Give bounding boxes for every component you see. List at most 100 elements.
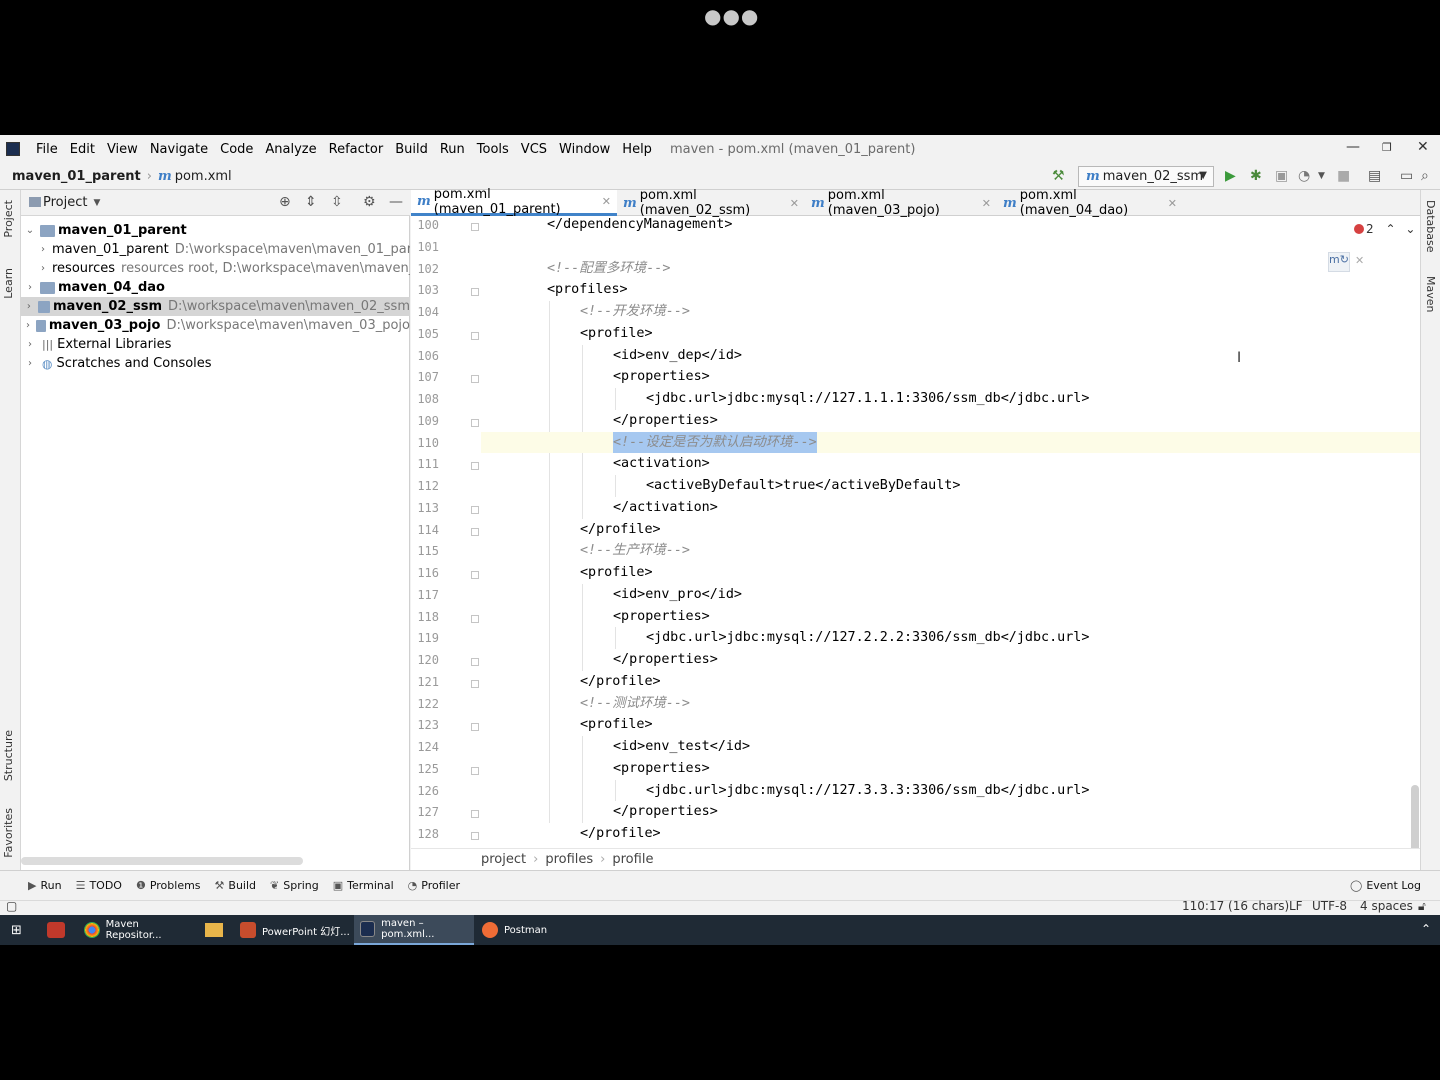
tool-profiler[interactable]: ◔ Profiler [408,879,460,892]
fold-marker-icon[interactable] [471,571,479,579]
search-icon[interactable]: ⌕ [1421,168,1429,184]
tab-pom-maven-04-dao[interactable]: m pom.xml (maven_04_dao) ✕ [997,188,1183,218]
collapse-all-icon[interactable]: ⇳ [331,194,343,210]
maven-reload-icon[interactable]: m↻ [1328,252,1350,272]
fold-marker-icon[interactable] [471,288,479,297]
minimize-icon[interactable]: — [1346,139,1360,155]
fold-marker-icon[interactable] [471,418,479,427]
close-tab-icon[interactable]: ✕ [790,197,799,210]
tab-favorites[interactable]: Favorites [2,808,15,858]
restore-icon[interactable]: ❐ [1382,141,1392,154]
menu-navigate[interactable]: Navigate [144,142,214,157]
chevron-up-icon[interactable]: ⌃ [1421,922,1431,936]
fold-marker-icon[interactable] [471,527,479,536]
windows-start-icon[interactable]: ⊞ [11,923,22,938]
menu-help[interactable]: Help [616,142,658,157]
caret-position[interactable]: 110:17 (16 chars) [1182,899,1289,913]
tool-todo[interactable]: ☰ TODO [76,879,122,892]
tree-item-maven-01-parent[interactable]: ⌄ maven_01_parent [21,221,410,240]
breadcrumb-project-tag[interactable]: project [481,852,526,867]
close-tab-icon[interactable]: ✕ [1168,197,1177,210]
fold-marker-icon[interactable] [471,462,479,471]
close-icon[interactable]: ✕ [1355,254,1364,267]
fold-marker-icon[interactable] [471,614,479,623]
tab-project[interactable]: Project [2,200,15,238]
menu-refactor[interactable]: Refactor [323,142,390,157]
tool-problems[interactable]: ❶ Problems [136,879,201,892]
task-postman[interactable]: Postman [476,915,592,945]
tab-database[interactable]: Database [1424,200,1437,253]
menu-run[interactable]: Run [434,142,471,157]
tool-terminal[interactable]: ▣ Terminal [333,879,394,892]
tab-structure[interactable]: Structure [2,730,15,781]
close-tab-icon[interactable]: ✕ [982,197,991,210]
chevron-right-icon[interactable]: › [24,301,34,312]
tree-item-maven-03-pojo[interactable]: › maven_03_pojo D:\workspace\maven\maven… [21,316,410,335]
expand-all-icon[interactable]: ⇕ [305,194,317,210]
chevron-right-icon[interactable]: › [24,320,32,331]
chevron-right-icon[interactable]: › [24,339,36,350]
gear-icon[interactable]: ⚙ [363,194,376,210]
more-options-icon[interactable]: ●●● [704,4,759,28]
chevron-down-icon[interactable]: ⌄ [24,225,36,236]
project-structure-icon[interactable]: ▤ [1368,168,1381,184]
fold-marker-icon[interactable] [471,766,479,775]
locate-icon[interactable]: ⊕ [279,194,291,210]
menu-vcs[interactable]: VCS [515,142,553,157]
menu-tools[interactable]: Tools [471,142,515,157]
fold-marker-icon[interactable] [471,679,479,688]
coverage-icon[interactable]: ▣ [1275,168,1288,184]
tree-item-maven-01-parent-module[interactable]: › maven_01_parent D:\workspace\maven\mav… [21,240,410,259]
close-icon[interactable]: ✕ [1417,139,1429,155]
lock-icon[interactable]: 🔓︎ [1418,899,1426,914]
task-intellij[interactable]: maven – pom.xml... [354,915,474,945]
chevron-down-icon[interactable]: ⌄ [1405,222,1415,236]
tree-item-external-libraries[interactable]: › ||| External Libraries [21,335,410,354]
menu-analyze[interactable]: Analyze [259,142,322,157]
breadcrumb-profiles-tag[interactable]: profiles [545,852,593,867]
toolbox-icon[interactable]: ▭ [1400,168,1413,184]
fold-marker-icon[interactable] [471,375,479,384]
fold-marker-icon[interactable] [471,723,479,732]
chevron-right-icon[interactable]: › [41,263,45,274]
run-icon[interactable]: ▶ [1225,168,1236,184]
menu-build[interactable]: Build [389,142,434,157]
breadcrumb-project[interactable]: maven_01_parent [12,169,141,184]
tool-windows-toggle-icon[interactable]: ▢ [6,899,17,913]
tool-spring[interactable]: ❦ Spring [270,879,319,892]
tree-item-resources[interactable]: › resources resources root, D:\workspace… [21,259,410,278]
tree-item-maven-02-ssm[interactable]: › maven_02_ssm D:\workspace\maven\maven_… [21,297,410,316]
project-view-select[interactable]: Project [43,195,87,210]
menu-window[interactable]: Window [553,142,616,157]
file-encoding[interactable]: UTF-8 [1312,899,1347,913]
fold-marker-icon[interactable] [471,658,479,666]
tool-event-log[interactable]: ◯ Event Log [1350,879,1421,892]
run-configuration-select[interactable]: m maven_02_ssm ▼ [1078,166,1214,187]
fold-marker-icon[interactable] [471,832,479,840]
task-powerpoint[interactable]: PowerPoint 幻灯... [234,915,350,945]
stop-icon[interactable]: ■ [1337,168,1350,184]
tab-learn[interactable]: Learn [2,268,15,299]
chevron-down-icon[interactable]: ▼ [1318,171,1325,181]
debug-icon[interactable]: ✱ [1250,168,1262,184]
fold-marker-icon[interactable] [471,810,479,819]
chevron-right-icon[interactable]: › [41,244,45,255]
tool-build[interactable]: ⚒ Build [215,879,257,892]
tab-pom-maven-02-ssm[interactable]: m pom.xml (maven_02_ssm) ✕ [617,188,805,218]
chevron-down-icon[interactable]: ▼ [93,198,100,208]
tab-pom-maven-03-pojo[interactable]: m pom.xml (maven_03_pojo) ✕ [805,188,997,218]
tab-maven[interactable]: Maven [1424,276,1437,312]
build-hammer-icon[interactable]: ⚒ [1052,168,1065,184]
tree-item-scratches[interactable]: › ◍ Scratches and Consoles [21,354,410,373]
breadcrumb-file[interactable]: pom.xml [175,169,232,184]
indent-setting[interactable]: 4 spaces [1360,899,1413,913]
profile-icon[interactable]: ◔ [1298,168,1310,184]
project-horizontal-scrollbar[interactable] [21,857,303,865]
breadcrumb-profile-tag[interactable]: profile [612,852,653,867]
tab-pom-maven-01-parent[interactable]: m pom.xml (maven_01_parent) ✕ [411,187,617,217]
menu-edit[interactable]: Edit [64,142,101,157]
tool-run[interactable]: ▶ Run [28,879,62,892]
menu-file[interactable]: File [30,142,64,157]
app-pinned-icon[interactable] [47,922,65,938]
chevron-up-icon[interactable]: ⌃ [1385,222,1395,236]
